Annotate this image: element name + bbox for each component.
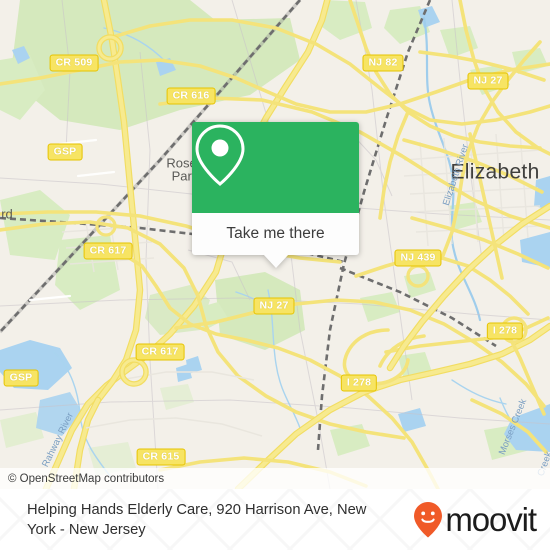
road-shield-nj-27: NJ 27 — [467, 72, 509, 90]
moovit-smiley-pin-icon — [414, 501, 443, 537]
road-shield-cr-617: CR 617 — [135, 343, 185, 361]
road-shield-cr-615: CR 615 — [136, 448, 186, 466]
take-me-there-label: Take me there — [226, 225, 325, 242]
road-shield-i-278: I 278 — [340, 374, 378, 392]
road-shield-cr-616: CR 616 — [166, 87, 216, 105]
moovit-wordmark: moovit — [445, 501, 537, 538]
location-callout[interactable]: Take me there — [192, 122, 359, 268]
osm-attribution-text[interactable]: © OpenStreetMap contributors — [0, 473, 164, 485]
road-shield-nj-27: NJ 27 — [253, 297, 295, 315]
road-shield-nj-439: NJ 439 — [394, 249, 442, 267]
footer-bar: Helping Hands Elderly Care, 920 Harrison… — [0, 489, 550, 550]
road-shield-cr-617: CR 617 — [83, 242, 133, 260]
moovit-logo[interactable]: moovit — [413, 501, 537, 539]
road-shield-gsp: GSP — [47, 143, 83, 161]
map-canvas[interactable]: .green{fill:#cfe7b5;} .green2{fill:#d8ec… — [0, 0, 550, 489]
road-shield-cr-509: CR 509 — [49, 54, 99, 72]
place-label-rd: rd — [1, 206, 13, 222]
place-full-title: Helping Hands Elderly Care, 920 Harrison… — [27, 501, 367, 538]
road-shield-nj-82: NJ 82 — [362, 54, 404, 72]
map-attribution-bar: © OpenStreetMap contributors — [0, 468, 550, 489]
road-shield-gsp: GSP — [3, 369, 39, 387]
map-pin-icon — [195, 124, 245, 186]
callout-tail — [262, 254, 289, 268]
callout-pin-area — [192, 122, 359, 213]
take-me-there-button[interactable]: Take me there — [192, 213, 359, 255]
road-shield-i-278: I 278 — [486, 322, 524, 340]
map-screenshot: .green{fill:#cfe7b5;} .green2{fill:#d8ec… — [0, 0, 550, 550]
